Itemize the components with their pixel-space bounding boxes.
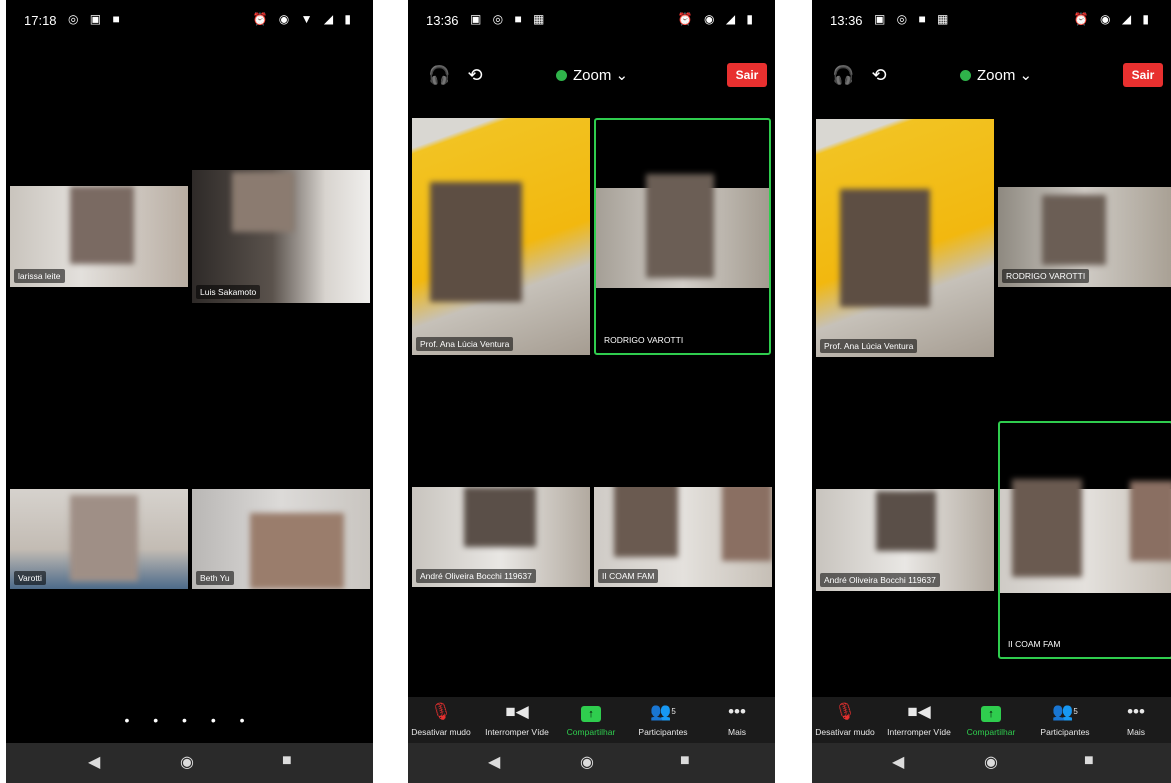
participant-name: RODRIGO VAROTTI — [600, 333, 688, 347]
video-icon: ■◀ — [505, 702, 529, 721]
phone-screen-meeting: 13:36 ▣ ◎ ■ ▦ ⏰ ◉ ◢ ▮ 🎧 ⟲ Zoom ⌄ Sair Pr… — [408, 0, 775, 783]
phone-screen-gallery-view: 17:18 ◎ ▣ ■ ⏰ ◉ ▼ ◢ ▮ larissa leite Luis… — [6, 0, 373, 783]
meeting-title[interactable]: Zoom ⌄ — [556, 66, 628, 84]
meeting-toolbar: 🎙 Desativar mudo ■◀ Interromper Víde ↑ C… — [408, 697, 775, 743]
meeting-title-text: Zoom — [573, 67, 612, 84]
android-nav-bar: ◀ ◉ ■ — [812, 743, 1171, 783]
participant-name: Beth Yu — [196, 571, 234, 585]
participants-button[interactable]: 👥5 Participantes — [1030, 701, 1100, 737]
nav-home-icon[interactable]: ◉ — [984, 752, 998, 772]
video-tile[interactable]: Beth Yu — [192, 489, 370, 589]
nav-recent-icon[interactable]: ■ — [680, 752, 690, 770]
participant-name: André Oliveira Bocchi 119637 — [820, 573, 940, 587]
mic-off-icon: 🎙 — [834, 702, 856, 721]
participants-count: 5 — [671, 707, 676, 716]
status-bar: 13:36 ▣ ◎ ■ ▦ ⏰ ◉ ◢ ▮ — [408, 0, 775, 36]
participant-name: André Oliveira Bocchi 119637 — [416, 569, 536, 583]
android-nav-bar: ◀ ◉ ■ — [408, 743, 775, 783]
meeting-status-dot — [960, 70, 971, 81]
phone-screen-meeting-active-speaker: 13:36 ▣ ◎ ■ ▦ ⏰ ◉ ◢ ▮ 🎧 ⟲ Zoom ⌄ Sair Pr… — [812, 0, 1171, 783]
video-tile[interactable]: Varotti — [10, 489, 188, 589]
participants-button[interactable]: 👥5 Participantes — [628, 701, 698, 737]
meeting-top-bar: 🎧 ⟲ Zoom ⌄ Sair — [408, 56, 775, 96]
participant-name: Prof. Ana Lúcia Ventura — [820, 339, 918, 353]
chevron-down-icon: ⌄ — [615, 67, 629, 84]
participants-icon: 👥5 — [650, 702, 676, 721]
nav-back-icon[interactable]: ◀ — [892, 752, 904, 772]
participants-count: 5 — [1073, 707, 1078, 716]
meeting-title[interactable]: Zoom ⌄ — [960, 66, 1032, 84]
nav-home-icon[interactable]: ◉ — [180, 752, 194, 772]
android-nav-bar: ◀ ◉ ■ — [6, 743, 373, 783]
chevron-down-icon: ⌄ — [1019, 67, 1033, 84]
share-button[interactable]: ↑ Compartilhar — [556, 701, 626, 737]
share-icon: ↑ — [581, 706, 601, 722]
status-bar: 13:36 ▣ ◎ ■ ▦ ⏰ ◉ ◢ ▮ — [812, 0, 1171, 36]
nav-recent-icon[interactable]: ■ — [282, 752, 292, 770]
participant-name: Prof. Ana Lúcia Ventura — [416, 337, 514, 351]
video-tile-active-speaker[interactable]: II COAM FAM — [998, 421, 1171, 659]
meeting-top-bar: 🎧 ⟲ Zoom ⌄ Sair — [812, 56, 1171, 96]
stop-video-button[interactable]: ■◀ Interromper Víde — [482, 701, 552, 737]
video-tile[interactable]: larissa leite — [10, 186, 188, 287]
nav-home-icon[interactable]: ◉ — [580, 752, 594, 772]
more-button[interactable]: ••• Mais — [702, 701, 772, 737]
status-time: 13:36 — [426, 13, 459, 28]
page-indicator[interactable]: • • • • • — [6, 712, 373, 728]
leave-button[interactable]: Sair — [727, 63, 767, 87]
video-tile[interactable]: Luis Sakamoto — [192, 170, 370, 303]
video-tile[interactable]: RODRIGO VAROTTI — [998, 187, 1171, 287]
video-tile[interactable]: Prof. Ana Lúcia Ventura — [816, 119, 994, 357]
share-button[interactable]: ↑ Compartilhar — [956, 701, 1026, 737]
system-status-icons: ⏰ ◉ ◢ ▮ — [677, 12, 757, 26]
participants-icon: 👥5 — [1052, 702, 1078, 721]
nav-back-icon[interactable]: ◀ — [88, 752, 100, 772]
meeting-title-text: Zoom — [977, 67, 1016, 84]
video-tile[interactable]: André Oliveira Bocchi 119637 — [412, 487, 590, 587]
leave-button[interactable]: Sair — [1123, 63, 1163, 87]
nav-back-icon[interactable]: ◀ — [488, 752, 500, 772]
system-status-icons: ⏰ ◉ ▼ ◢ ▮ — [252, 12, 355, 26]
meeting-toolbar: 🎙 Desativar mudo ■◀ Interromper Víde ↑ C… — [812, 697, 1171, 743]
share-icon: ↑ — [981, 706, 1001, 722]
participant-name: Luis Sakamoto — [196, 285, 261, 299]
headset-icon[interactable]: 🎧 — [832, 64, 854, 86]
camera-flip-icon[interactable]: ⟲ — [464, 64, 486, 86]
notification-icons: ◎ ▣ ■ — [68, 12, 124, 26]
notification-icons: ▣ ◎ ■ ▦ — [470, 12, 549, 26]
status-bar: 17:18 ◎ ▣ ■ ⏰ ◉ ▼ ◢ ▮ — [6, 0, 373, 36]
system-status-icons: ⏰ ◉ ◢ ▮ — [1073, 12, 1153, 26]
meeting-status-dot — [556, 70, 567, 81]
status-time: 17:18 — [24, 13, 57, 28]
mic-off-icon: 🎙 — [430, 702, 452, 721]
camera-flip-icon[interactable]: ⟲ — [868, 64, 890, 86]
video-tile[interactable]: André Oliveira Bocchi 119637 — [816, 489, 994, 591]
video-tile-active-speaker[interactable]: RODRIGO VAROTTI — [594, 118, 771, 355]
video-tile[interactable]: II COAM FAM — [594, 487, 772, 587]
participant-name: RODRIGO VAROTTI — [1002, 269, 1090, 283]
more-button[interactable]: ••• Mais — [1106, 701, 1166, 737]
more-icon: ••• — [728, 702, 746, 721]
stop-video-button[interactable]: ■◀ Interromper Víde — [884, 701, 954, 737]
participant-name: larissa leite — [14, 269, 65, 283]
participant-name: II COAM FAM — [598, 569, 659, 583]
participant-name: II COAM FAM — [1004, 637, 1065, 651]
status-time: 13:36 — [830, 13, 863, 28]
unmute-button[interactable]: 🎙 Desativar mudo — [408, 701, 476, 737]
more-icon: ••• — [1127, 702, 1145, 721]
notification-icons: ▣ ◎ ■ ▦ — [874, 12, 953, 26]
headset-icon[interactable]: 🎧 — [428, 64, 450, 86]
participant-name: Varotti — [14, 571, 46, 585]
video-tile[interactable]: Prof. Ana Lúcia Ventura — [412, 118, 590, 355]
nav-recent-icon[interactable]: ■ — [1084, 752, 1094, 770]
video-icon: ■◀ — [907, 702, 931, 721]
unmute-button[interactable]: 🎙 Desativar mudo — [812, 701, 880, 737]
